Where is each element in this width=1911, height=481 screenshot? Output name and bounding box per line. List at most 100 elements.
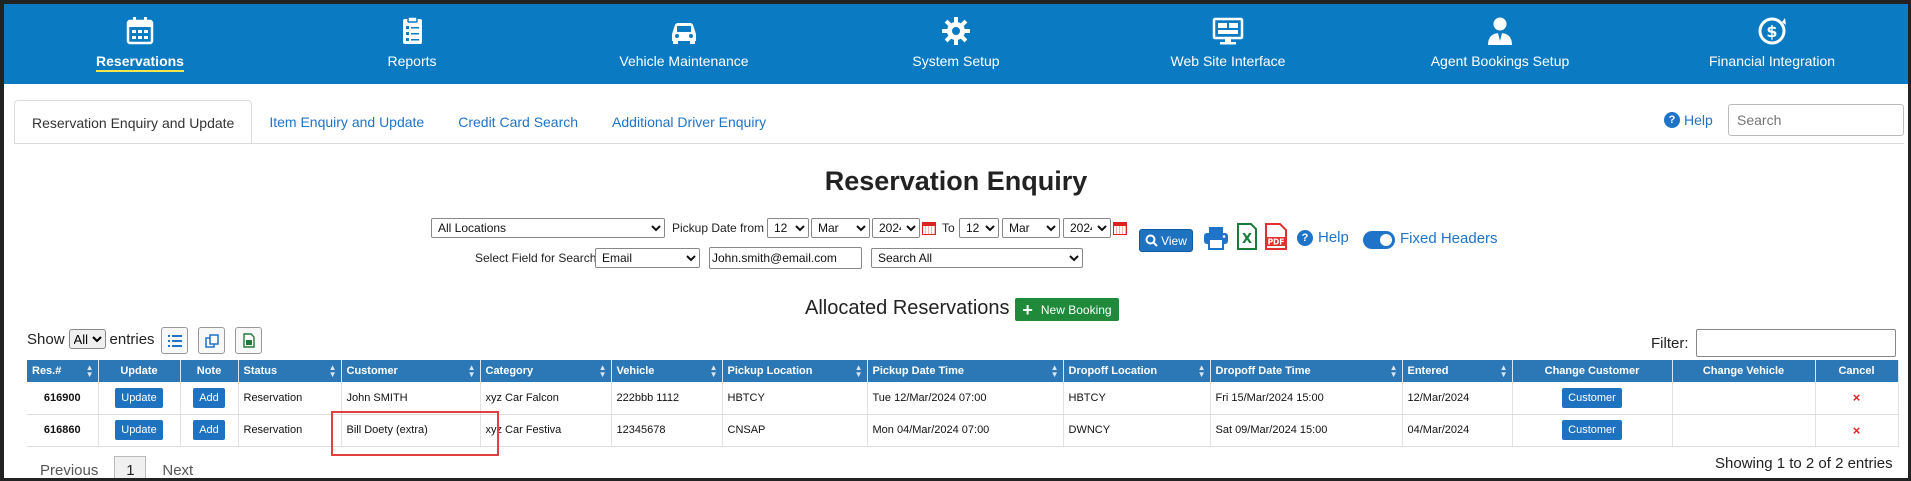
question-icon: ?	[1664, 112, 1680, 128]
nav-label: Web Site Interface	[1170, 53, 1286, 69]
new-booking-button[interactable]: + New Booking	[1015, 298, 1119, 321]
change-customer-button[interactable]: Customer	[1562, 420, 1622, 440]
to-year-select[interactable]: 2024	[1063, 218, 1111, 238]
column-header[interactable]: Pickup Location ▲ ▼	[722, 360, 868, 382]
column-list-button[interactable]	[161, 327, 188, 354]
dollar-cycle-icon: $	[1758, 17, 1786, 45]
from-day-select[interactable]: 12	[767, 218, 809, 238]
help-link-top[interactable]: ? Help	[1664, 112, 1713, 128]
fixed-headers-toggle[interactable]	[1363, 231, 1395, 249]
update-cell: Update	[98, 414, 181, 447]
agent-icon	[1488, 17, 1512, 45]
next-page-button[interactable]: Next	[146, 462, 209, 479]
category-cell: xyz Car Festiva	[480, 414, 612, 447]
from-month-select[interactable]: Mar	[811, 218, 870, 238]
column-header: Change Customer	[1512, 360, 1673, 382]
status-cell: Reservation	[238, 414, 342, 447]
dropoff-location-cell: DWNCY	[1063, 414, 1211, 447]
excel-icon[interactable]: X	[1237, 223, 1257, 250]
view-button[interactable]: View	[1139, 229, 1193, 252]
column-header[interactable]: Pickup Date Time ▲ ▼	[867, 360, 1064, 382]
column-header[interactable]: Customer ▲ ▼	[341, 360, 481, 382]
view-label: View	[1161, 233, 1187, 248]
show-entries-select[interactable]: All	[68, 329, 106, 349]
update-button[interactable]: Update	[115, 387, 163, 408]
tab-additional-driver-enquiry[interactable]: Additional Driver Enquiry	[595, 100, 783, 144]
filter-input[interactable]	[1696, 329, 1896, 357]
add-note-button[interactable]: Add	[193, 420, 225, 440]
reservation-number[interactable]: 616860	[27, 414, 99, 447]
nav-reservations[interactable]: Reservations	[4, 4, 276, 84]
status-cell: Reservation	[238, 382, 342, 415]
change-vehicle-cell	[1672, 382, 1816, 415]
nav-financial-integration[interactable]: $ Financial Integration	[1636, 4, 1908, 84]
page-title: Reservation Enquiry	[824, 166, 1088, 196]
sort-icon: ▲ ▼	[1197, 363, 1206, 379]
from-year-select[interactable]: 2024	[872, 218, 920, 238]
svg-text:$: $	[1766, 22, 1777, 41]
help-link[interactable]: ? Help	[1297, 229, 1349, 246]
nav-reports[interactable]: Reports	[276, 4, 548, 84]
column-header[interactable]: Dropoff Location ▲ ▼	[1063, 360, 1211, 382]
change-customer-button[interactable]: Customer	[1562, 387, 1622, 408]
search-scope-select[interactable]: Search All	[871, 248, 1083, 268]
vehicle-cell: 12345678	[611, 414, 723, 447]
dropoff-datetime-cell: Fri 15/Mar/2024 15:00	[1210, 382, 1403, 415]
change-customer-cell: Customer	[1512, 414, 1673, 447]
new-booking-label: New Booking	[1040, 302, 1112, 317]
show-entries: Show All entries	[27, 329, 155, 349]
calendar-picker-icon[interactable]	[1113, 222, 1127, 235]
column-header[interactable]: Entered ▲ ▼	[1402, 360, 1513, 382]
nav-agent-bookings-setup[interactable]: Agent Bookings Setup	[1364, 4, 1636, 84]
location-select[interactable]: All Locations	[431, 218, 665, 238]
column-header[interactable]: Vehicle ▲ ▼	[611, 360, 723, 382]
nav-vehicle-maintenance[interactable]: Vehicle Maintenance	[548, 4, 820, 84]
add-note-button[interactable]: Add	[193, 387, 225, 408]
previous-page-button[interactable]: Previous	[24, 462, 114, 479]
tab-bar: Reservation Enquiry and Update Item Enqu…	[14, 100, 783, 144]
vehicle-cell: 222bbb 1112	[611, 382, 723, 415]
reservation-number[interactable]: 616900	[27, 382, 99, 415]
search-input[interactable]	[1728, 104, 1904, 136]
to-month-select[interactable]: Mar	[1002, 218, 1060, 238]
column-header[interactable]: Res.# ▲ ▼	[27, 360, 99, 382]
category-cell: xyz Car Falcon	[480, 382, 612, 415]
column-header: Change Vehicle	[1672, 360, 1816, 382]
column-header[interactable]: Category ▲ ▼	[480, 360, 612, 382]
fixed-headers-label: Fixed Headers	[1400, 230, 1498, 247]
tab-item-enquiry[interactable]: Item Enquiry and Update	[252, 100, 441, 144]
calendar-picker-icon[interactable]	[922, 222, 936, 235]
tab-reservation-enquiry[interactable]: Reservation Enquiry and Update	[14, 100, 253, 144]
car-icon	[672, 23, 696, 44]
tab-credit-card-search[interactable]: Credit Card Search	[441, 100, 595, 144]
column-header: Update	[98, 360, 181, 382]
page-number-button[interactable]: 1	[114, 456, 147, 478]
copy-icon	[204, 333, 219, 348]
nav-web-site-interface[interactable]: Web Site Interface	[1092, 4, 1364, 84]
print-icon[interactable]	[1203, 226, 1229, 250]
update-button[interactable]: Update	[115, 420, 163, 440]
pickup-datetime-cell: Tue 12/Mar/2024 07:00	[867, 382, 1064, 415]
entries-info: Showing 1 to 2 of 2 entries	[1715, 455, 1893, 472]
filter-label: Filter:	[1651, 335, 1689, 352]
reservations-table: Res.# ▲ ▼ Update Note Status ▲ ▼ Customer ▲ ▼ …	[27, 360, 1899, 447]
search-field-select[interactable]: Email	[595, 248, 700, 268]
sort-icon: ▲ ▼	[85, 363, 94, 379]
column-header[interactable]: Status ▲ ▼	[238, 360, 342, 382]
to-day-select[interactable]: 12	[959, 218, 999, 238]
pdf-icon[interactable]: PDF	[1265, 223, 1287, 250]
export-csv-button[interactable]	[235, 327, 262, 354]
calendar-icon	[126, 17, 154, 45]
nav-system-setup[interactable]: System Setup	[820, 4, 1092, 84]
entered-cell: 04/Mar/2024	[1402, 414, 1513, 447]
column-header[interactable]: Dropoff Date Time ▲ ▼	[1210, 360, 1403, 382]
nav-label: Reports	[387, 53, 437, 69]
sort-icon: ▲ ▼	[854, 363, 863, 379]
pickup-location-cell: CNSAP	[722, 414, 868, 447]
search-value-input[interactable]	[709, 247, 862, 269]
pickup-location-cell: HBTCY	[722, 382, 868, 415]
cancel-icon[interactable]: ×	[1853, 390, 1861, 405]
copy-button[interactable]	[198, 327, 225, 354]
show-label: Show	[27, 330, 65, 348]
cancel-icon[interactable]: ×	[1853, 423, 1861, 438]
